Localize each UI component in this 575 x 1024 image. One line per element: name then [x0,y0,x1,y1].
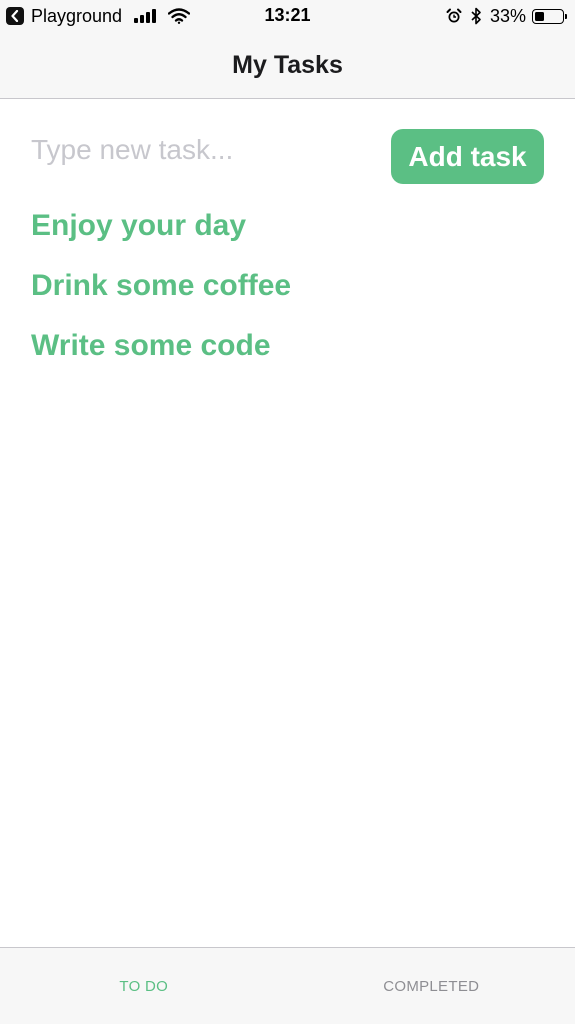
list-item[interactable]: Enjoy your day [31,206,551,266]
list-item[interactable]: Write some code [31,326,551,386]
nav-bar: My Tasks [0,32,575,99]
battery-percent: 33% [489,5,526,26]
list-item[interactable]: Drink some coffee [31,266,551,326]
task-list: Enjoy your day Drink some coffee Write s… [31,206,551,386]
new-task-input[interactable] [31,130,361,170]
tab-completed[interactable]: COMPLETED [288,948,575,1024]
tab-bar: TO DO COMPLETED [0,947,575,1024]
alarm-icon [446,8,462,24]
add-task-button[interactable]: Add task [391,129,544,184]
tab-todo[interactable]: TO DO [0,948,288,1024]
battery-icon [532,8,567,24]
battery-fill [535,11,544,21]
status-bar: Playground 13:21 33% [0,0,575,32]
status-right: 33% [446,5,567,27]
page-title: My Tasks [232,50,343,79]
bluetooth-icon [470,7,482,25]
